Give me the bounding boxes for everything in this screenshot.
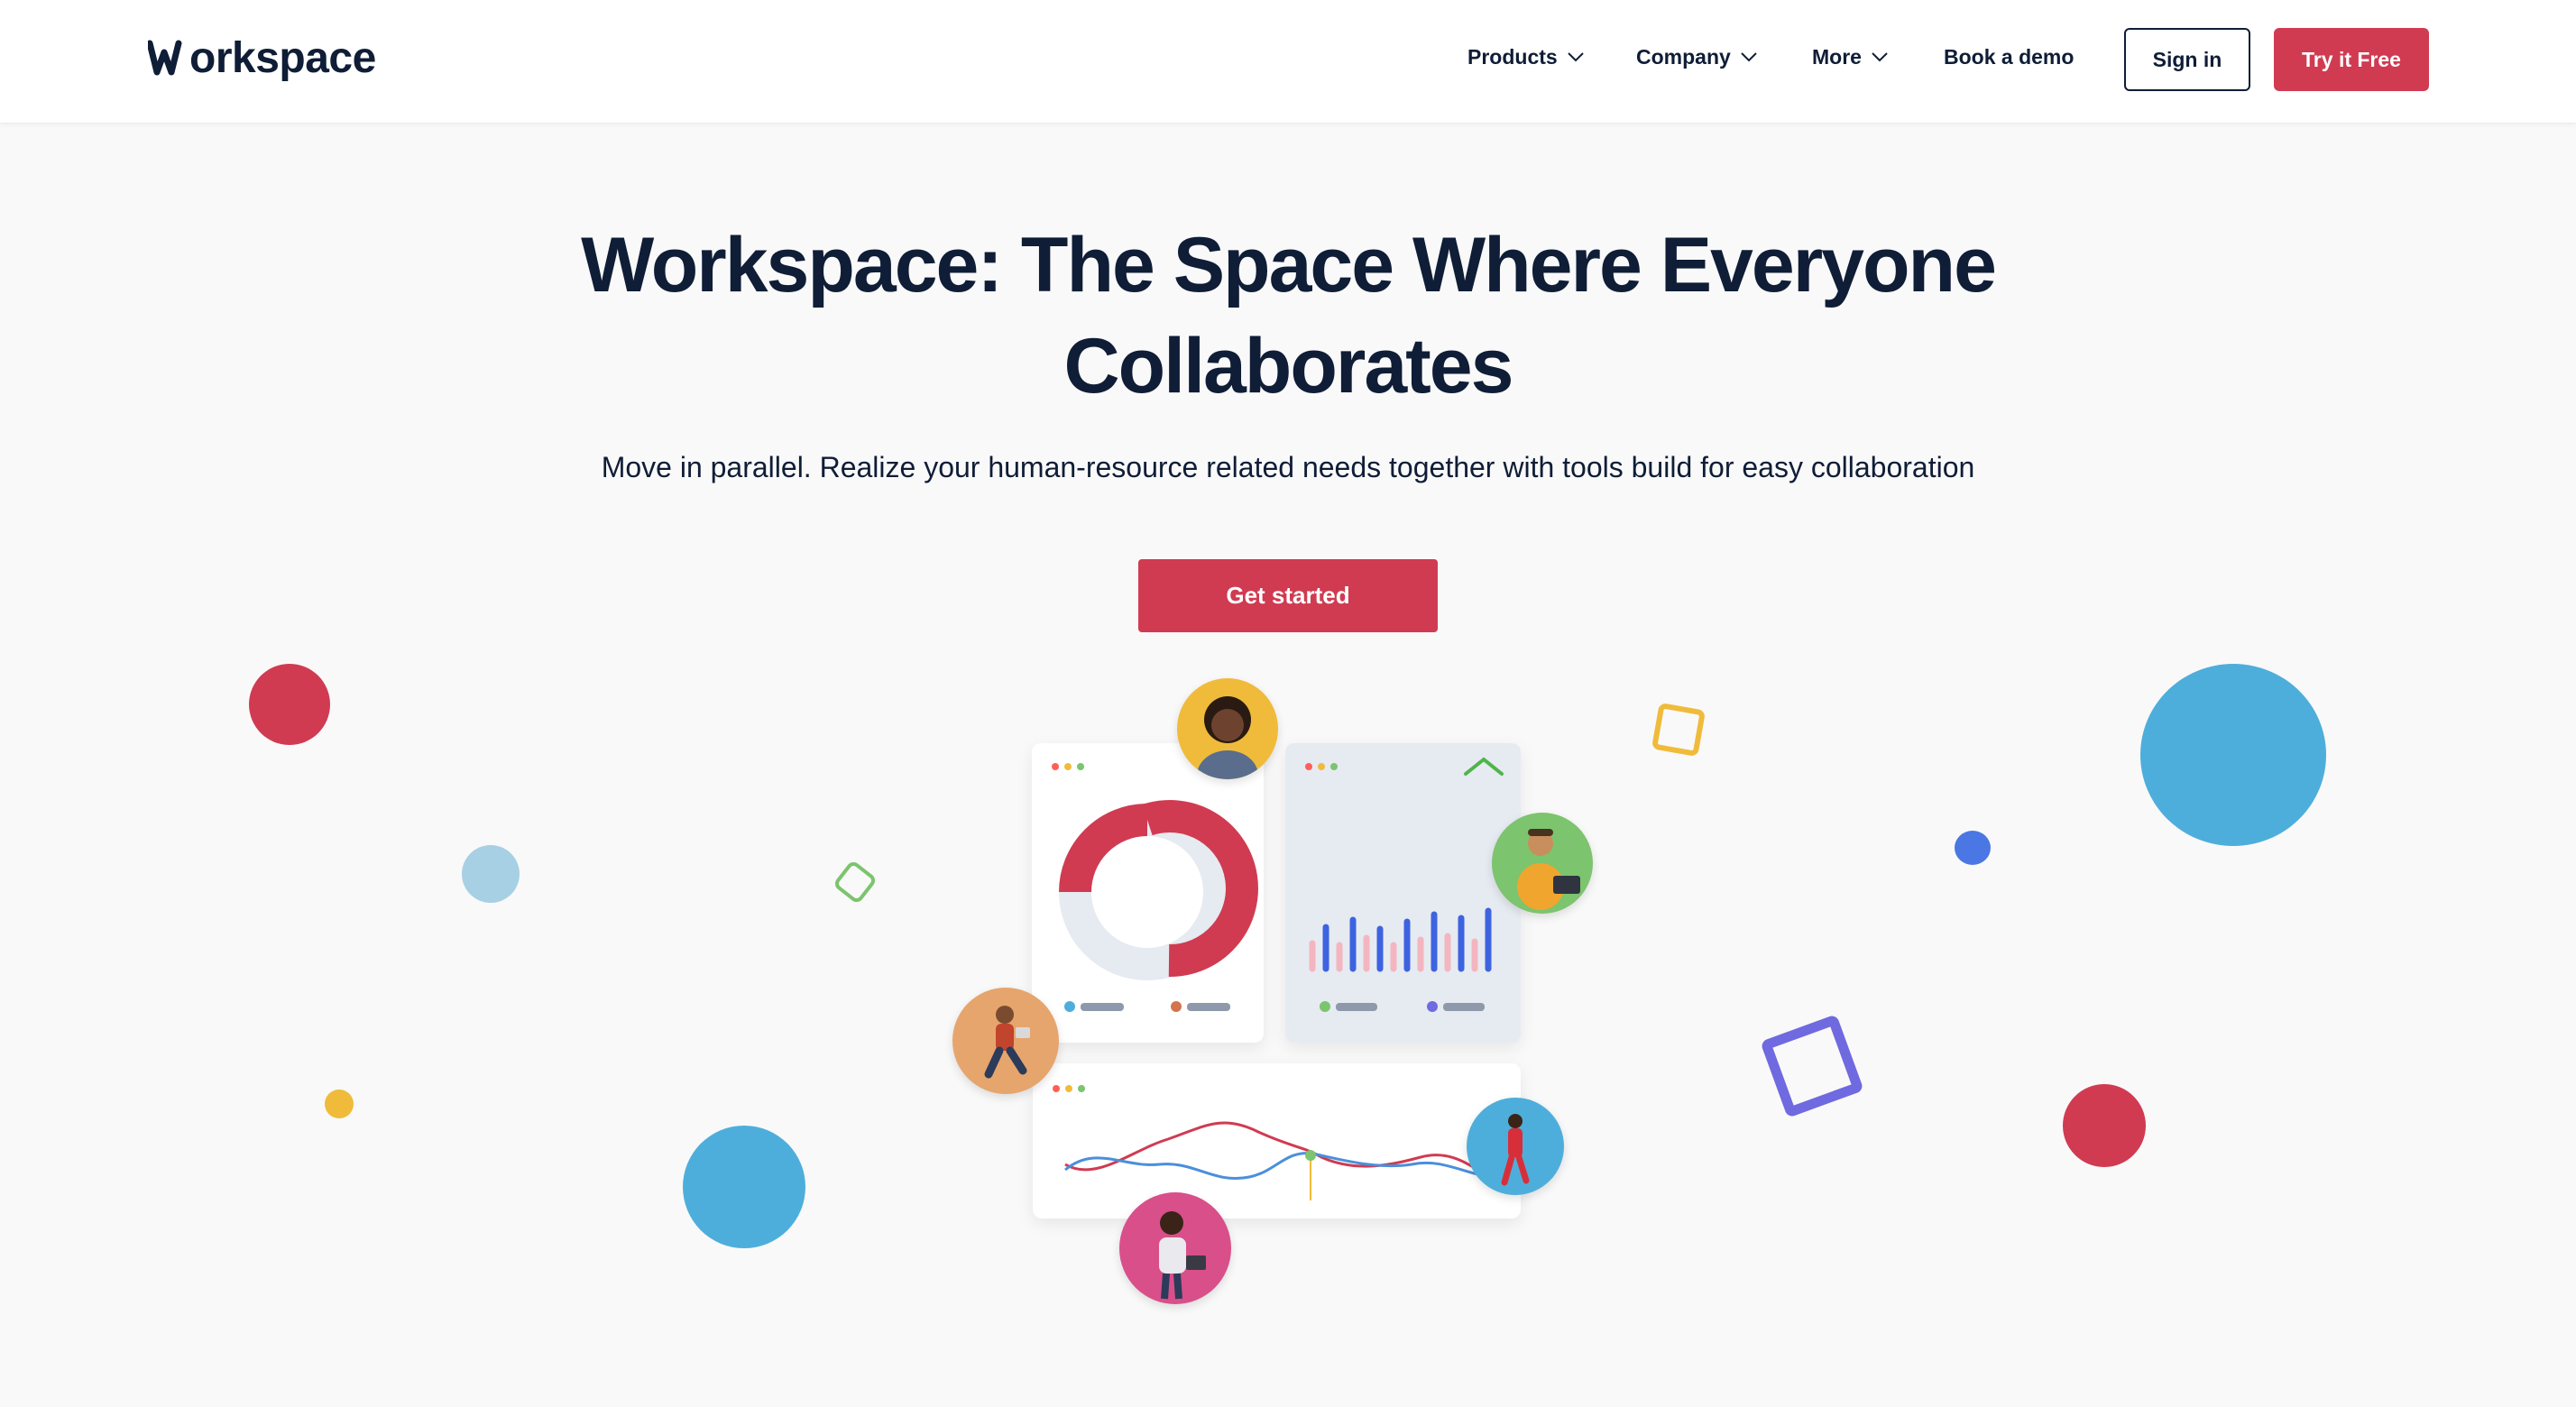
bar-chart-card	[1285, 743, 1521, 1043]
hero-title: Workspace: The Space Where Everyone Coll…	[0, 215, 2576, 417]
avatar-woman-yellow	[1177, 678, 1278, 779]
person-icon	[1159, 1211, 1206, 1300]
decor-yellow-square	[1651, 702, 1707, 758]
nav-book-demo[interactable]: Book a demo	[1944, 31, 2074, 83]
decor-purple-square	[1760, 1014, 1864, 1118]
person-icon	[1501, 1114, 1530, 1186]
nav-more[interactable]: More	[1812, 31, 1889, 83]
decor-big-blue-circle	[2140, 664, 2326, 846]
avatar-woman-blue	[1467, 1098, 1564, 1195]
logo-w-icon	[148, 40, 182, 76]
nav-more-label: More	[1812, 44, 1862, 69]
nav-book-demo-label: Book a demo	[1944, 44, 2075, 69]
hero-title-line1: Workspace: The Space Where Everyone	[581, 222, 1997, 308]
nav-company-label: Company	[1636, 44, 1731, 69]
decor-blue-circle	[683, 1126, 805, 1248]
decor-red-circle-right	[2063, 1084, 2146, 1167]
site-header: orkspace Products Company More Book a de…	[0, 0, 2576, 124]
decor-lightblue-circle	[462, 845, 520, 903]
workspace-logo[interactable]: orkspace	[148, 31, 376, 85]
decor-yellow-dot	[325, 1090, 354, 1118]
chevron-down-icon	[1567, 52, 1584, 62]
try-free-button[interactable]: Try it Free	[2274, 28, 2429, 91]
decor-small-blue-dot	[1955, 831, 1991, 865]
person-icon	[984, 1006, 1030, 1079]
avatar-man-green	[1492, 813, 1593, 914]
bar-chart-graphic	[1309, 757, 1504, 1012]
decor-green-square	[832, 859, 879, 906]
avatar-man-orange	[952, 988, 1059, 1094]
donut-chart-graphic	[1059, 800, 1258, 1012]
sign-in-button[interactable]: Sign in	[2124, 28, 2250, 91]
nav-products[interactable]: Products	[1467, 31, 1585, 83]
person-icon	[1197, 696, 1258, 779]
hero-title-line2: Collaborates	[1063, 323, 1514, 409]
chevron-down-icon	[1872, 52, 1888, 62]
person-icon	[1517, 829, 1580, 910]
logo-text: orkspace	[189, 33, 376, 82]
line-chart-graphic	[1064, 1121, 1489, 1200]
line-chart-card	[1033, 1063, 1521, 1218]
hero-subtitle: Move in parallel. Realize your human-res…	[601, 451, 1975, 483]
chevron-down-icon	[1741, 52, 1757, 62]
donut-chart-card	[1032, 743, 1264, 1043]
avatar-woman-pink	[1119, 1192, 1231, 1304]
nav-products-label: Products	[1467, 44, 1558, 69]
nav-company[interactable]: Company	[1636, 31, 1758, 83]
decor-red-circle	[249, 664, 330, 745]
get-started-button[interactable]: Get started	[1138, 559, 1438, 632]
